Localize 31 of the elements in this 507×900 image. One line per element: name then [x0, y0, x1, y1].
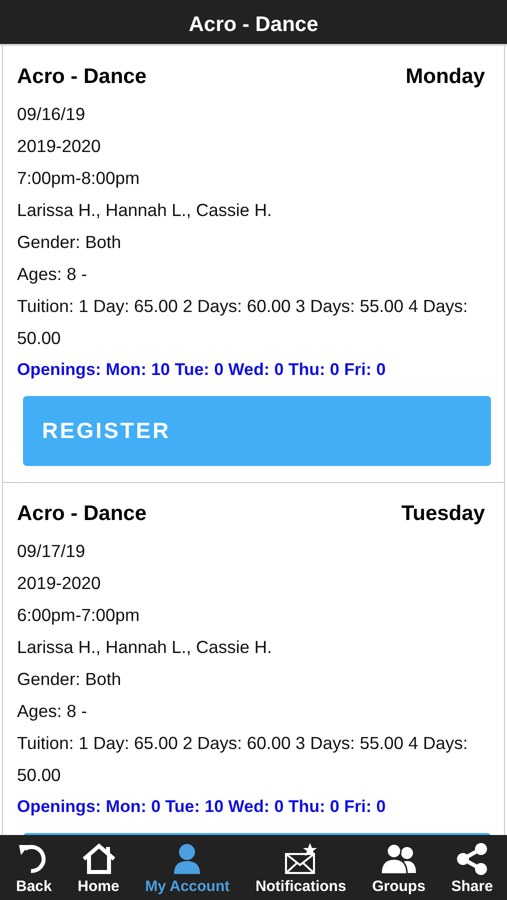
nav-tab[interactable]: Notifications	[249, 835, 352, 900]
nav-tab[interactable]: My Account	[139, 835, 236, 900]
envelope-star-icon	[284, 843, 318, 875]
nav-tab[interactable]: Back	[10, 835, 58, 900]
openings-text: Openings: Mon: 10 Tue: 0 Wed: 0 Thu: 0 Fri: 0	[17, 359, 387, 381]
nav-tab[interactable]: Home	[72, 835, 126, 900]
class-day: Tuesday	[401, 493, 485, 535]
class-title: Acro - Dance	[17, 64, 147, 90]
class-detail: 2019-2020	[17, 572, 102, 595]
class-detail: Tuition: 1 Day: 65.00 2 Days: 60.00 3 Days: 55.00 4 Days: 50.00	[17, 732, 469, 787]
class-title: Acro - Dance	[17, 501, 147, 527]
share-icon	[455, 843, 490, 875]
class-detail: Larissa H., Hannah L., Cassie H.	[17, 199, 273, 222]
class-detail: Tuition: 1 Day: 65.00 2 Days: 60.00 3 Days: 55.00 4 Days: 50.00	[17, 295, 469, 350]
class-detail: 7:00pm-8:00pm	[17, 167, 141, 190]
person-icon	[172, 843, 202, 875]
nav-tab[interactable]: Groups	[366, 835, 432, 900]
class-detail: 09/17/19	[17, 540, 86, 563]
class-detail: Larissa H., Hannah L., Cassie H.	[17, 636, 273, 659]
class-detail: Ages: 8 -	[17, 700, 88, 723]
openings-text: Openings: Mon: 0 Tue: 10 Wed: 0 Thu: 0 Fri: 0	[17, 796, 387, 818]
class-detail: 09/16/19	[17, 103, 86, 126]
class-day: Monday	[406, 56, 485, 98]
class-detail: 6:00pm-7:00pm	[17, 604, 141, 627]
class-detail: Gender: Both	[17, 668, 122, 691]
nav-tab[interactable]: Share	[445, 835, 499, 900]
group-icon	[380, 843, 418, 875]
class-detail: Ages: 8 -	[17, 263, 88, 286]
class-detail: 2019-2020	[17, 135, 102, 158]
header-title: Acro - Dance	[0, 0, 507, 46]
class-detail: Gender: Both	[17, 231, 122, 254]
